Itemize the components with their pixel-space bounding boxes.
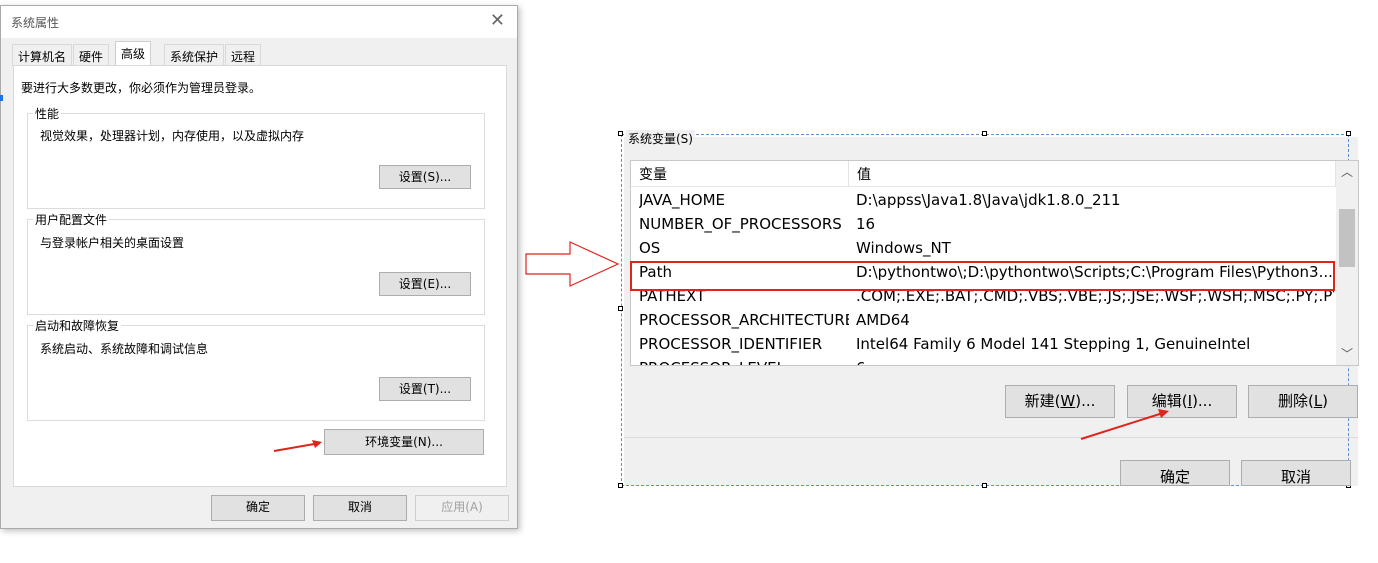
startup-recovery-desc: 系统启动、系统故障和调试信息 <box>40 342 209 356</box>
ok-button[interactable]: 确定 <box>211 495 305 521</box>
resize-handle <box>1346 131 1351 136</box>
user-profiles-settings-button[interactable]: 设置(E)... <box>379 272 471 296</box>
tab-computer-name[interactable]: 计算机名 <box>12 44 73 66</box>
column-header-value[interactable]: 值 <box>849 161 1336 187</box>
row-value[interactable]: D:\appss\Java1.8\Java\jdk1.8.0_211 <box>856 188 1334 212</box>
row-value[interactable]: Windows_NT <box>856 236 1334 260</box>
system-variables-group-title: 系统变量(S) <box>626 130 695 147</box>
delete-label-pre: 删除( <box>1277 392 1314 410</box>
row-name[interactable]: JAVA_HOME <box>639 188 849 212</box>
resize-handle <box>618 483 623 488</box>
resize-handle <box>618 131 623 136</box>
vertical-scrollbar[interactable]: ︿ ﹀ <box>1336 161 1358 365</box>
row-value[interactable]: Intel64 Family 6 Model 141 Stepping 1, G… <box>856 332 1334 356</box>
dialog-titlebar: 系统属性 ✕ <box>1 6 517 38</box>
delete-variable-button[interactable]: 删除(L) <box>1248 385 1358 418</box>
transition-arrow <box>525 241 620 287</box>
user-profiles-group-title: 用户配置文件 <box>33 211 110 228</box>
edit-label-post: )... <box>1192 392 1213 410</box>
performance-settings-button[interactable]: 设置(S)... <box>379 165 471 189</box>
new-label-pre: 新建( <box>1024 392 1061 410</box>
close-icon[interactable]: ✕ <box>490 10 505 31</box>
row-value[interactable]: 16 <box>856 212 1334 236</box>
env-cancel-button[interactable]: 取消 <box>1241 460 1351 486</box>
tab-system-protection[interactable]: 系统保护 <box>164 44 225 66</box>
annotation-arrow-right <box>1080 409 1169 440</box>
env-ok-button[interactable]: 确定 <box>1120 460 1230 486</box>
row-name[interactable]: PROCESSOR_LEVEL <box>639 356 849 365</box>
chevron-up-icon[interactable]: ︿ <box>1336 163 1358 181</box>
system-properties-dialog: 系统属性 ✕ 计算机名 硬件 高级 系统保护 远程 要进行大多数更改，你必须作为… <box>0 5 518 529</box>
chevron-down-icon[interactable]: ﹀ <box>1336 345 1358 363</box>
new-label-key: W <box>1060 392 1076 410</box>
environment-variables-button[interactable]: 环境变量(N)... <box>324 429 484 455</box>
delete-label-post: ) <box>1322 392 1329 410</box>
admin-note: 要进行大多数更改，你必须作为管理员登录。 <box>21 81 262 95</box>
row-name[interactable]: NUMBER_OF_PROCESSORS <box>639 212 849 236</box>
tab-remote[interactable]: 远程 <box>225 44 262 66</box>
performance-desc: 视觉效果，处理器计划，内存使用，以及虚拟内存 <box>40 129 305 143</box>
resize-handle <box>618 306 623 311</box>
row-name[interactable]: PROCESSOR_IDENTIFIER <box>639 332 849 356</box>
row-value[interactable]: 6 <box>856 356 1334 365</box>
startup-recovery-group-title: 启动和故障恢复 <box>33 317 122 334</box>
dialog-separator <box>624 437 1358 438</box>
performance-group-title: 性能 <box>33 105 62 122</box>
annotation-arrow-left <box>273 440 322 452</box>
resize-handle <box>982 131 987 136</box>
cancel-button[interactable]: 取消 <box>313 495 407 521</box>
row-name[interactable]: PROCESSOR_ARCHITECTURE <box>639 308 849 332</box>
column-header-variable[interactable]: 变量 <box>631 161 849 187</box>
resize-handle <box>982 483 987 488</box>
edge-link-mark <box>0 95 3 101</box>
scroll-thumb[interactable] <box>1339 209 1355 267</box>
row-name[interactable]: OS <box>639 236 849 260</box>
tab-advanced[interactable]: 高级 <box>115 41 152 67</box>
user-profiles-desc: 与登录帐户相关的桌面设置 <box>40 236 185 250</box>
delete-label-key: L <box>1313 392 1323 410</box>
row-value[interactable]: AMD64 <box>856 308 1334 332</box>
startup-settings-button[interactable]: 设置(T)... <box>379 377 471 401</box>
dialog-title: 系统属性 <box>11 16 60 30</box>
tab-hardware[interactable]: 硬件 <box>73 44 110 66</box>
path-row-highlight <box>630 261 1335 291</box>
apply-button[interactable]: 应用(A) <box>415 495 509 521</box>
